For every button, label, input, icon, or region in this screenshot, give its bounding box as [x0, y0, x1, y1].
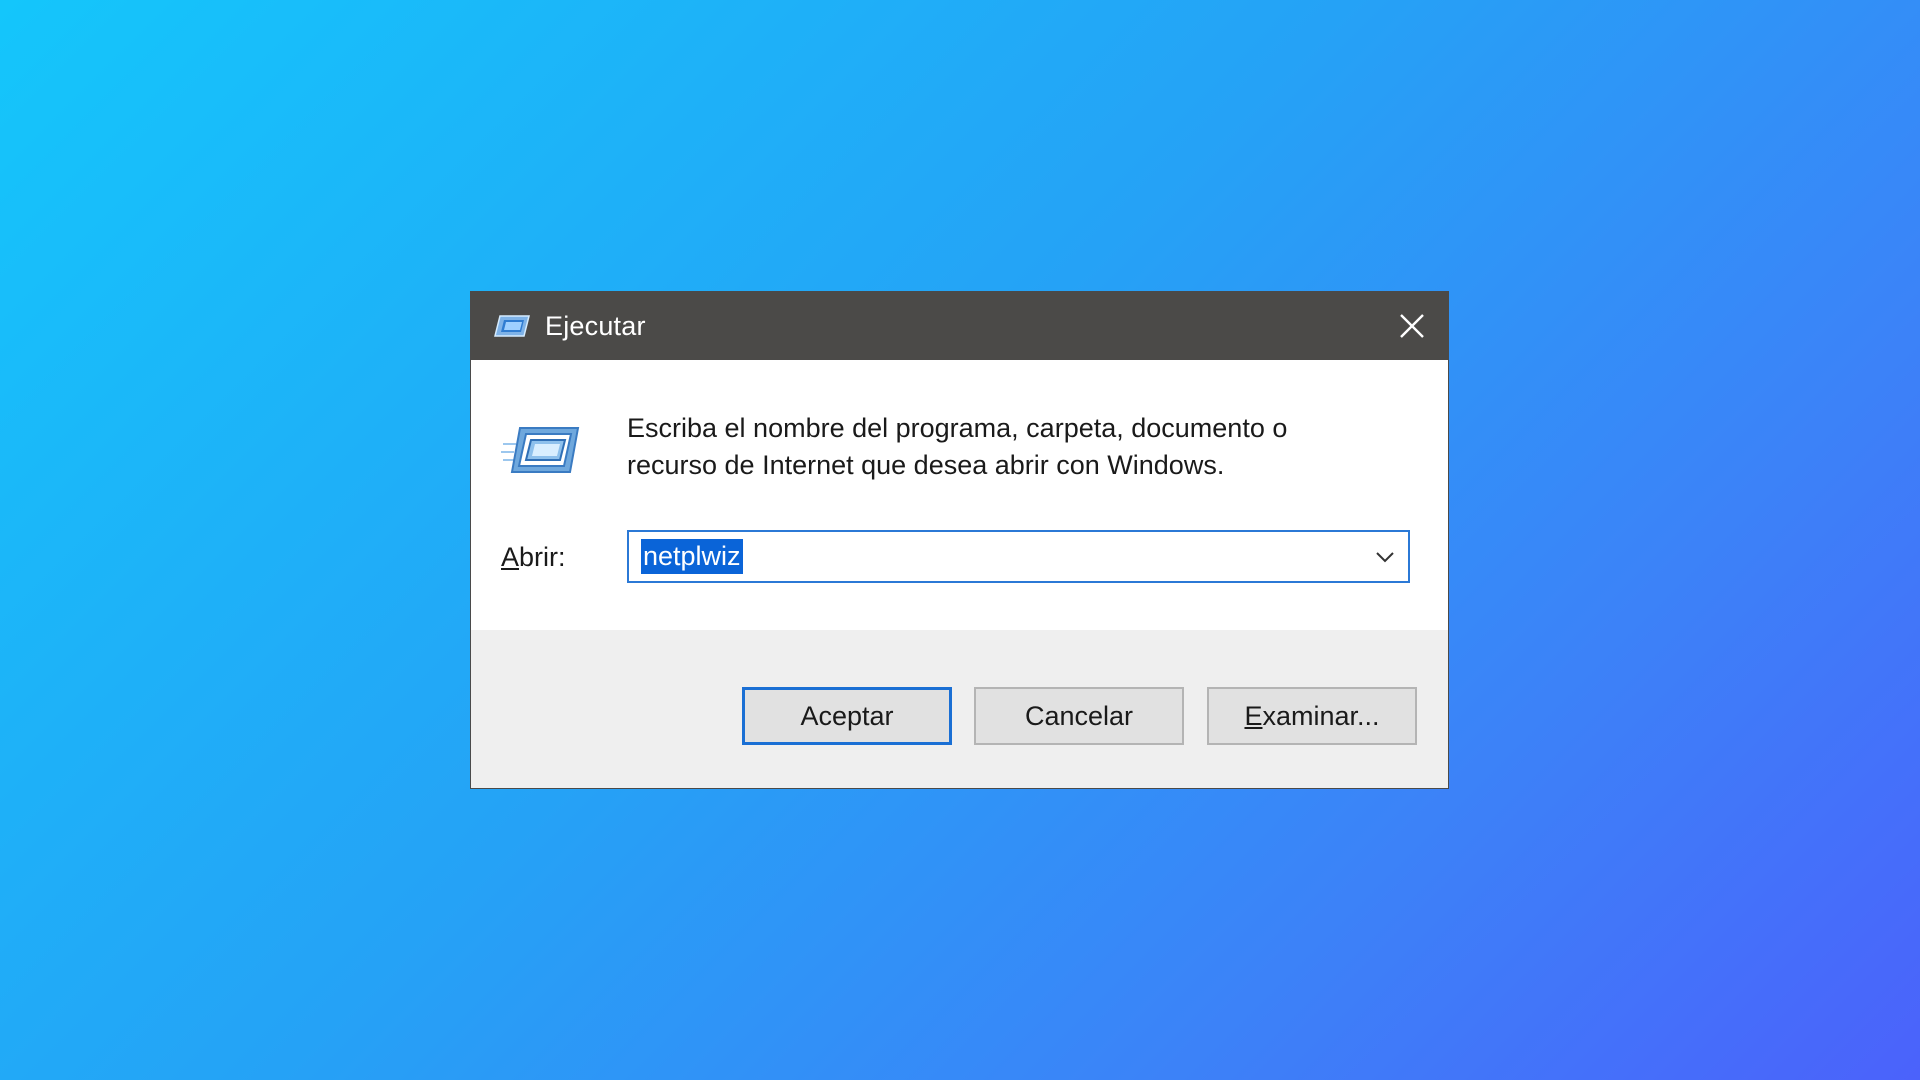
- run-app-icon: [493, 312, 531, 340]
- dropdown-button[interactable]: [1370, 532, 1400, 581]
- browse-mnemonic: E: [1244, 700, 1263, 731]
- title-bar[interactable]: Ejecutar: [471, 292, 1448, 360]
- window-title: Ejecutar: [545, 310, 646, 341]
- ok-button[interactable]: Aceptar: [742, 687, 952, 745]
- browse-button[interactable]: Examinar...: [1207, 687, 1417, 745]
- open-label-text: brir:: [519, 542, 566, 572]
- close-icon: [1400, 314, 1424, 338]
- cancel-button[interactable]: Cancelar: [974, 687, 1184, 745]
- dialog-content: Escriba el nombre del programa, carpeta,…: [471, 360, 1448, 630]
- open-label-mnemonic: A: [501, 542, 520, 572]
- prompt-text: Escriba el nombre del programa, carpeta,…: [627, 410, 1417, 484]
- open-label: Abrir:: [501, 542, 566, 573]
- open-combobox[interactable]: netplwiz: [627, 530, 1410, 583]
- prompt-line-1: Escriba el nombre del programa, carpeta,…: [627, 413, 1288, 443]
- chevron-down-icon: [1376, 551, 1394, 562]
- run-dialog: Ejecutar Escriba el nombre del programa,…: [471, 292, 1448, 788]
- prompt-line-2: recurso de Internet que desea abrir con …: [627, 450, 1225, 480]
- open-input-value[interactable]: netplwiz: [641, 539, 743, 574]
- close-button[interactable]: [1376, 292, 1448, 360]
- run-icon: [501, 427, 580, 473]
- browse-label: xaminar...: [1262, 700, 1380, 731]
- button-bar: Aceptar Cancelar Examinar...: [471, 630, 1448, 788]
